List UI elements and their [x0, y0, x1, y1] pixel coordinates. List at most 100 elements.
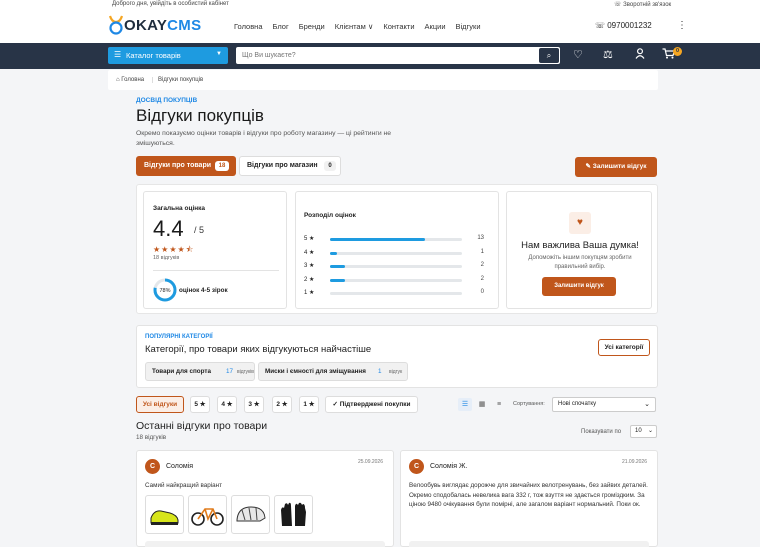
cta-write-review-button[interactable]: Залишити відгук [542, 277, 616, 296]
review-footer [409, 541, 649, 547]
pencil-icon: ✎ [585, 163, 593, 170]
nav-promos[interactable]: Акции [425, 22, 446, 31]
distribution-bar-fill [330, 265, 345, 268]
review-cta-card: ♥ Нам важлива Ваша думка! Допоможіть інш… [506, 191, 652, 309]
product-thumbnail-gloves[interactable] [274, 495, 313, 534]
compare-scales-icon[interactable]: ⚖ [603, 48, 613, 61]
logo-text: OKAYCMS [124, 17, 201, 34]
logo-cms: CMS [167, 17, 202, 34]
product-thumbnail-bike[interactable] [188, 495, 227, 534]
callback-link[interactable]: ☏ Зворотній зв'язок [614, 1, 671, 8]
phone-number: 0970001232 [607, 21, 652, 30]
reviewer-name: Соломія Ж. [430, 463, 468, 470]
latest-reviews-title: Останні відгуки про товари [136, 420, 268, 432]
product-thumbnail-shoe[interactable] [145, 495, 184, 534]
sort-label: Сортування: [513, 401, 545, 407]
gloves-icon [281, 502, 306, 526]
nav-clients[interactable]: Клієнтам ∨ [335, 22, 374, 31]
distribution-bar-fill [330, 278, 345, 282]
review-card: С Соломія 25.09.2026 Самий найкращий вар… [136, 450, 394, 547]
avatar: С [145, 459, 160, 474]
page-description: Окремо показуємо оцінки товарів і відгук… [136, 130, 392, 147]
distribution-row[interactable]: 2 ★ 2 [304, 276, 492, 285]
review-date: 21.09.2026 [621, 459, 647, 465]
filter-3-stars[interactable]: 3 ★ [244, 396, 264, 413]
main-nav: Головна Блог Бренди Клієнтам ∨ Контакти … [234, 22, 481, 31]
search-input[interactable] [236, 47, 536, 64]
distribution-bar-track [330, 278, 462, 282]
distribution-label: Розподіл оцінок [304, 212, 356, 219]
wishlist-heart-icon[interactable]: ♡ [573, 48, 583, 61]
distribution-row[interactable]: 5 ★ 13 [304, 235, 492, 244]
distribution-row[interactable]: 4 ★ 1 [304, 249, 492, 258]
cart-count-badge: 0 [673, 47, 682, 56]
logo-mark-icon [108, 15, 124, 35]
nav-brands[interactable]: Бренди [299, 22, 325, 31]
chip-unit: відгук [389, 369, 403, 375]
filter-all[interactable]: Усі відгуки [136, 396, 184, 413]
distribution-star-label: 3 ★ [304, 263, 315, 269]
category-chip[interactable]: Миски і ємності для зміщування 1 відгук [258, 362, 408, 381]
catalog-button[interactable]: ☰ Каталог товарів ▼ [108, 47, 228, 64]
popular-categories: ПОПУЛЯРНІ КАТЕГОРІЇ Категорії, про товар… [136, 325, 658, 388]
sort-value: Нові спочатку [558, 401, 597, 407]
phone-link[interactable]: ☏ 0970001232 [595, 21, 652, 30]
filter-verified[interactable]: ✓ Підтверджені покупки [325, 396, 418, 413]
overall-label: Загальна оцінка [153, 205, 206, 212]
logo[interactable]: OKAYCMS [108, 14, 201, 36]
account-user-icon[interactable] [635, 48, 645, 62]
more-menu-icon[interactable]: ⋮ [677, 20, 687, 31]
cta-description: Допоможіть іншим покупцям зробити правил… [528, 255, 632, 270]
category-chip[interactable]: Товари для спорта 17 відгуків [145, 362, 255, 381]
review-filters: Усі відгуки 5 ★ 4 ★ 3 ★ 2 ★ 1 ★ ✓ Підтве… [136, 396, 658, 414]
chevron-down-icon: ▼ [216, 51, 222, 57]
filter-5-stars[interactable]: 5 ★ [190, 396, 210, 413]
per-page-select[interactable]: 10 ⌄ [630, 425, 657, 438]
tab-product-reviews[interactable]: Відгуки про товари 18 [136, 156, 236, 176]
tab-store-reviews-label: Відгуки про магазин [247, 162, 318, 169]
top-bar: Доброго дня, увійдіть в особистий кабіне… [0, 0, 760, 9]
distribution-row[interactable]: 1 ★ 0 [304, 289, 492, 298]
phone-icon: ☏ [595, 21, 608, 30]
view-list-icon[interactable]: ☰ [458, 398, 472, 411]
filter-2-stars[interactable]: 2 ★ [272, 396, 292, 413]
distribution-count: 0 [480, 289, 484, 295]
tab-product-reviews-count: 18 [215, 161, 229, 171]
breadcrumb-home[interactable]: ⌂ Головна [116, 77, 154, 83]
view-compact-icon[interactable]: ≡ [492, 398, 506, 411]
breadcrumb: ⌂ Головна Відгуки покупців [108, 70, 658, 90]
distribution-star-label: 1 ★ [304, 290, 315, 296]
distribution-row[interactable]: 3 ★ 2 [304, 262, 492, 271]
distribution-count: 13 [477, 235, 484, 241]
distribution-bar-fill [330, 251, 338, 255]
per-page-value: 10 [635, 428, 642, 434]
search-button[interactable]: ⌕ [539, 48, 559, 63]
nav-home[interactable]: Головна [234, 22, 263, 31]
nav-blog[interactable]: Блог [273, 22, 289, 31]
filter-4-stars[interactable]: 4 ★ [217, 396, 237, 413]
divider [153, 270, 279, 271]
sort-select[interactable]: Нові спочатку ⌄ [552, 397, 656, 412]
distribution-count: 2 [480, 275, 484, 282]
chip-count: 1 [378, 368, 382, 375]
distribution-bar-track [330, 265, 462, 268]
popular-title: Категорії, про товари яких відгукуються … [145, 344, 372, 355]
distribution-star-label: 2 ★ [304, 276, 315, 283]
nav-reviews[interactable]: Відгуки [456, 22, 481, 31]
phone-icon: ☏ [614, 2, 624, 8]
breadcrumb-home-label: Головна [121, 77, 145, 83]
login-greeting-link[interactable]: Доброго дня, увійдіть в особистий кабіне… [112, 1, 229, 7]
all-categories-button[interactable]: Усі категорії [598, 339, 650, 356]
view-grid-icon[interactable]: ▦ [475, 398, 489, 411]
tab-product-reviews-label: Відгуки про товари [144, 162, 212, 169]
rating-summary: Загальна оцінка 4.4 / 5 ★★★★⯪ 18 відгукі… [136, 184, 658, 314]
chevron-down-icon: ⌄ [644, 401, 650, 408]
popular-eyebrow: ПОПУЛЯРНІ КАТЕГОРІЇ [145, 334, 213, 340]
overall-score: 4.4 [153, 216, 184, 241]
write-review-button[interactable]: ✎ Залишити відгук [575, 157, 657, 177]
filter-1-star[interactable]: 1 ★ [299, 396, 319, 413]
distribution-star-label: 4 ★ [304, 249, 315, 256]
nav-contacts[interactable]: Контакти [383, 22, 414, 31]
tab-store-reviews[interactable]: Відгуки про магазин 0 [239, 156, 341, 176]
product-thumbnail-helmet[interactable] [231, 495, 270, 534]
